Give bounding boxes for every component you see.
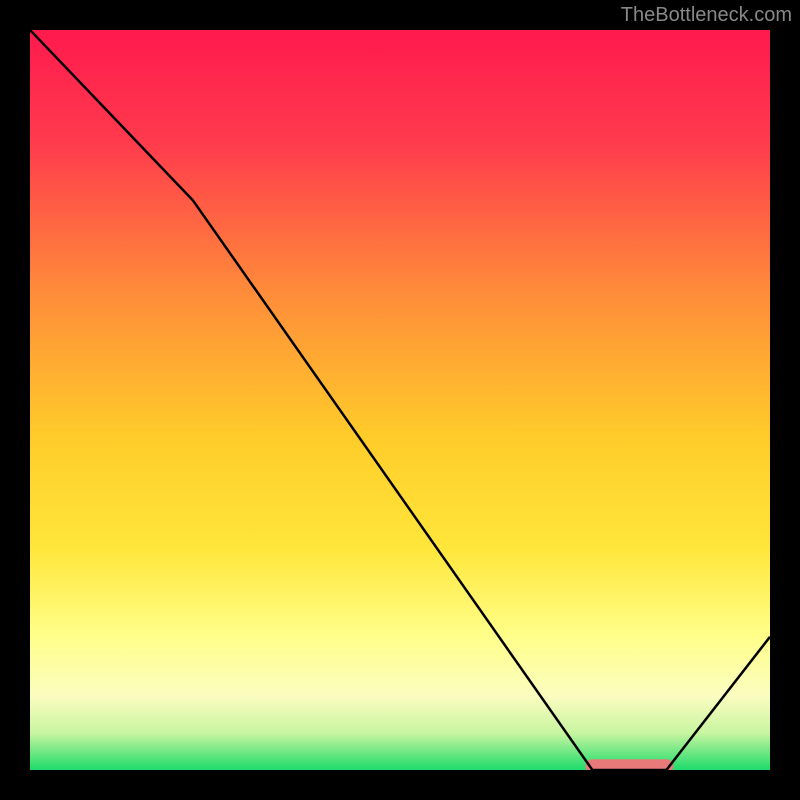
gradient-background xyxy=(30,30,770,770)
plot-area xyxy=(30,30,770,770)
chart-container: TheBottleneck.com xyxy=(0,0,800,800)
watermark-text: TheBottleneck.com xyxy=(621,4,792,27)
chart-svg xyxy=(30,30,770,770)
